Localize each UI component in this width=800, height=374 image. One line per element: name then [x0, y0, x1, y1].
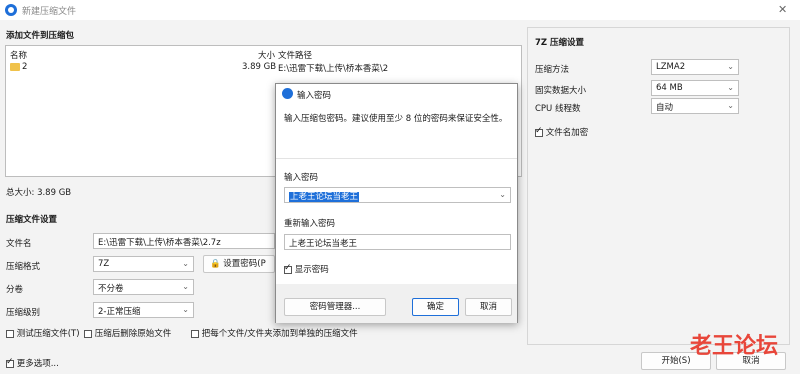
filename-label: 文件名	[6, 239, 32, 249]
password-label: 输入密码	[284, 173, 319, 183]
column-header-path[interactable]: 文件路径	[278, 49, 312, 61]
chevron-down-icon: ⌄	[182, 259, 189, 268]
cpu-label: CPU 线程数	[535, 104, 581, 114]
column-header-size[interactable]: 大小	[258, 49, 275, 61]
total-size: 总大小: 3.89 GB	[6, 188, 72, 198]
test-checkbox[interactable]	[6, 329, 14, 338]
level-select[interactable]: 2-正常压缩 ⌄	[93, 302, 194, 318]
dialog-divider	[276, 158, 517, 159]
chevron-down-icon: ⌄	[499, 190, 506, 199]
chevron-down-icon: ⌄	[182, 305, 189, 314]
test-label: 测试压缩文件(T)	[16, 329, 80, 339]
window-title: 新建压缩文件	[22, 7, 77, 17]
level-label: 压缩级别	[6, 308, 41, 318]
ok-button[interactable]: 确定	[412, 298, 459, 316]
sevenz-section-title: 7Z 压缩设置	[535, 38, 585, 48]
show-password-option[interactable]: 显示密码	[284, 263, 329, 275]
lock-icon: 🔒	[210, 259, 221, 269]
folder-icon	[10, 63, 20, 71]
show-password-checkbox[interactable]	[284, 263, 292, 274]
column-header-name[interactable]: 名称	[10, 49, 27, 61]
reenter-field[interactable]: 上老王论坛当老王	[284, 234, 511, 250]
format-label: 压缩格式	[6, 262, 41, 272]
format-value: 7Z	[98, 259, 110, 269]
file-row-name[interactable]: 2	[22, 62, 27, 72]
filename-field[interactable]: E:\迅雷下载\上传\桥本香菜\2.7z	[93, 233, 275, 249]
password-manager-button[interactable]: 密码管理器...	[284, 298, 386, 316]
solid-label: 固实数据大小	[535, 86, 587, 96]
watermark: 老王论坛	[690, 334, 779, 359]
set-password-button[interactable]: 🔒 设置密码(P	[203, 255, 275, 273]
more-options[interactable]: 更多选项...	[6, 357, 59, 369]
cpu-value: 自动	[656, 103, 674, 113]
chevron-down-icon: ⌄	[727, 83, 734, 92]
chevron-down-icon: ⌄	[727, 62, 734, 71]
split-label: 分卷	[6, 285, 24, 295]
method-select[interactable]: LZMA2 ⌄	[651, 59, 739, 75]
dialog-cancel-button[interactable]: 取消	[465, 298, 512, 316]
chevron-down-icon: ⌄	[727, 101, 734, 110]
separate-checkbox[interactable]	[191, 329, 199, 338]
reenter-label: 重新输入密码	[284, 219, 336, 229]
format-select[interactable]: 7Z ⌄	[93, 256, 194, 272]
show-password-label: 显示密码	[294, 265, 329, 275]
split-value: 不分卷	[98, 284, 124, 294]
title-bar	[0, 0, 800, 20]
delete-checkbox[interactable]	[84, 329, 92, 338]
cpu-select[interactable]: 自动 ⌄	[651, 98, 739, 114]
delete-option[interactable]: 压缩后删除原始文件	[84, 327, 171, 339]
file-row-path: E:\迅雷下载\上传\桥本香菜\2	[278, 64, 389, 74]
method-label: 压缩方法	[535, 65, 570, 75]
solid-value: 64 MB	[656, 83, 683, 93]
delete-label: 压缩后删除原始文件	[94, 329, 172, 339]
solid-select[interactable]: 64 MB ⌄	[651, 80, 739, 96]
more-options-checkbox[interactable]	[6, 357, 14, 368]
password-value: 上老王论坛当老王	[289, 192, 360, 202]
more-options-label: 更多选项...	[16, 359, 59, 369]
test-option[interactable]: 测试压缩文件(T)	[6, 327, 80, 339]
separate-option[interactable]: 把每个文件/文件夹添加到单独的压缩文件	[191, 327, 358, 339]
app-icon	[282, 88, 293, 99]
set-password-label: 设置密码(P	[223, 259, 266, 269]
file-row-size: 3.89 GB	[242, 62, 277, 72]
encrypt-names-label: 文件名加密	[545, 128, 589, 138]
encrypt-names-checkbox[interactable]	[535, 126, 543, 137]
app-icon	[5, 4, 17, 16]
encrypt-names-option[interactable]: 文件名加密	[535, 126, 588, 138]
password-field[interactable]: 上老王论坛当老王 ⌄	[284, 187, 511, 203]
window-close-icon[interactable]: ✕	[778, 3, 787, 16]
separate-label: 把每个文件/文件夹添加到单独的压缩文件	[201, 329, 358, 339]
split-select[interactable]: 不分卷 ⌄	[93, 279, 194, 295]
dialog-hint: 输入压缩包密码。建议使用至少 8 位的密码来保证安全性。	[284, 114, 508, 124]
level-value: 2-正常压缩	[98, 307, 141, 317]
files-section-title: 添加文件到压缩包	[6, 31, 75, 41]
method-value: LZMA2	[656, 62, 686, 72]
chevron-down-icon: ⌄	[182, 282, 189, 291]
password-dialog: 输入密码 输入压缩包密码。建议使用至少 8 位的密码来保证安全性。 输入密码 上…	[275, 83, 518, 323]
settings-section-title: 压缩文件设置	[6, 215, 58, 225]
dialog-title: 输入密码	[297, 91, 332, 101]
